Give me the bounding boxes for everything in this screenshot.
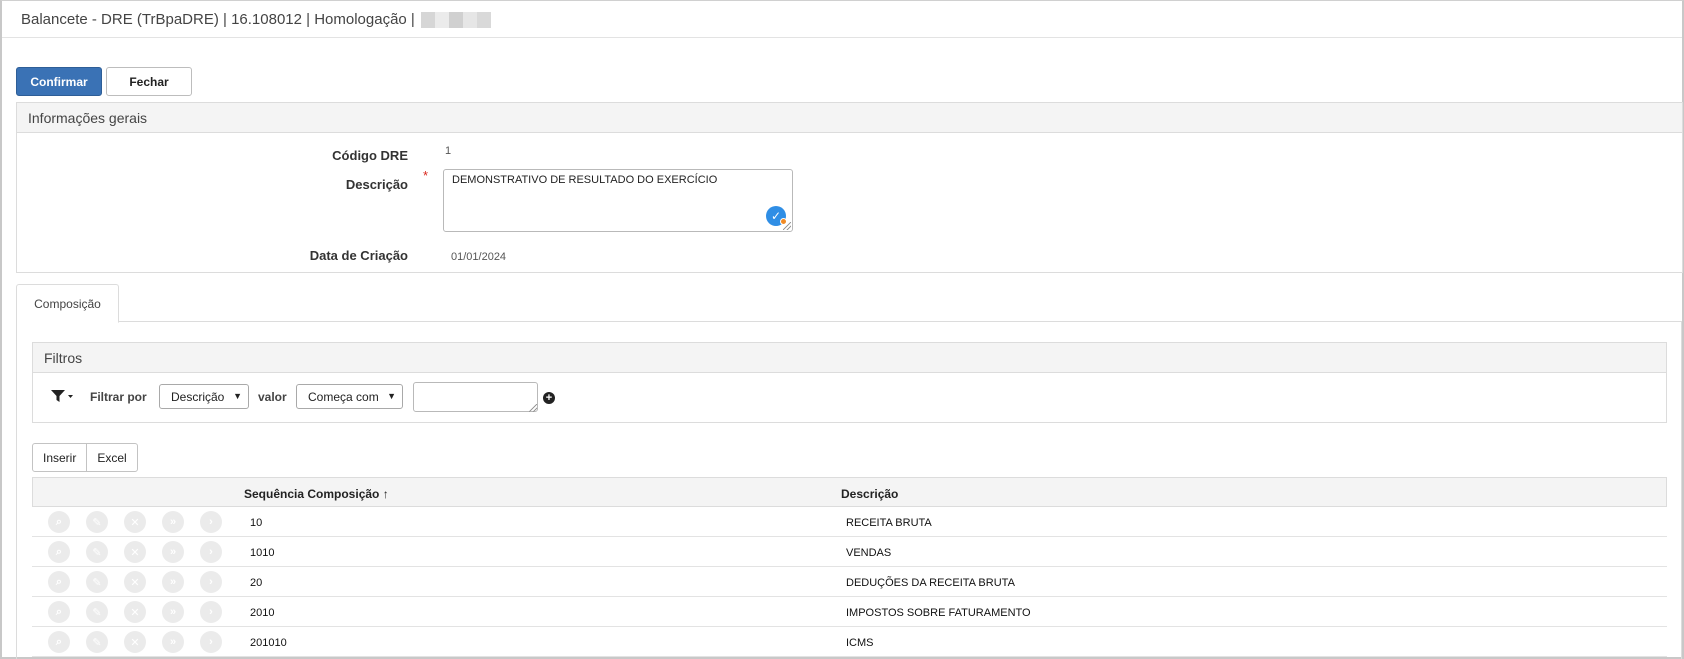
chevron-right-icon[interactable]: › (200, 631, 222, 653)
filters-title: Filtros (33, 343, 1666, 373)
cell-description: IMPOSTOS SOBRE FATURAMENTO (846, 607, 1031, 619)
close-button[interactable]: Fechar (106, 67, 192, 96)
resize-grip-icon[interactable] (529, 404, 537, 412)
excel-button[interactable]: Excel (86, 444, 136, 471)
filter-value-input[interactable] (413, 382, 538, 412)
table-row[interactable]: ⌕ ✎ ✕ » › 20 DEDUÇÕES DA RECEITA BRUTA (32, 567, 1667, 597)
filter-operator-select[interactable]: Começa com ▼ (296, 384, 403, 409)
insert-button[interactable]: Inserir (33, 444, 86, 471)
filter-funnel-icon[interactable] (50, 388, 76, 407)
cell-description: RECEITA BRUTA (846, 517, 932, 529)
sort-ascending-icon: ↑ (382, 487, 389, 501)
table-row[interactable]: ⌕ ✎ ✕ » › 10 RECEITA BRUTA (32, 507, 1667, 537)
column-header-sequence-label: Sequência Composição (244, 487, 380, 501)
edit-icon[interactable]: ✎ (86, 631, 108, 653)
window-title-bar: Balancete - DRE (TrBpaDRE) | 16.108012 |… (2, 2, 1682, 38)
edit-icon[interactable]: ✎ (86, 601, 108, 623)
edit-icon[interactable]: ✎ (86, 541, 108, 563)
filter-operator-selected: Começa com (308, 389, 379, 404)
forward-double-icon[interactable]: » (162, 541, 184, 563)
chevron-right-icon[interactable]: › (200, 571, 222, 593)
forward-double-icon[interactable]: » (162, 571, 184, 593)
search-icon[interactable]: ⌕ (48, 541, 70, 563)
filters-panel: Filtros (32, 342, 1667, 423)
cell-sequence: 20 (250, 577, 263, 589)
tab-bar: Composição (16, 284, 1682, 323)
redacted-user-name (420, 11, 491, 28)
filter-field-select[interactable]: Descrição ▼ (159, 384, 249, 409)
delete-icon[interactable]: ✕ (124, 571, 146, 593)
code-value: 1 (445, 145, 452, 157)
forward-double-icon[interactable]: » (162, 601, 184, 623)
chevron-down-icon: ▼ (233, 391, 242, 401)
chevron-down-icon: ▼ (387, 391, 396, 401)
delete-icon[interactable]: ✕ (124, 631, 146, 653)
general-info-title: Informações gerais (17, 103, 1682, 133)
search-icon[interactable]: ⌕ (48, 511, 70, 533)
cell-description: ICMS (846, 637, 874, 649)
add-filter-icon[interactable]: + (543, 392, 555, 404)
window-title: Balancete - DRE (TrBpaDRE) | 16.108012 |… (21, 11, 415, 28)
delete-icon[interactable]: ✕ (124, 601, 146, 623)
edit-icon[interactable]: ✎ (86, 511, 108, 533)
chevron-right-icon[interactable]: › (200, 601, 222, 623)
column-header-description[interactable]: Descrição (841, 487, 898, 501)
composition-grid: Sequência Composição ↑ Descrição ⌕ ✎ ✕ »… (32, 477, 1667, 657)
created-date-value: 01/01/2024 (451, 251, 507, 263)
description-textarea[interactable]: DEMONSTRATIVO DE RESULTADO DO EXERCÍCIO (443, 169, 793, 232)
cell-sequence: 1010 (250, 547, 275, 559)
value-label: valor (258, 390, 287, 404)
cell-description: DEDUÇÕES DA RECEITA BRUTA (846, 577, 1015, 589)
table-row[interactable]: ⌕ ✎ ✕ » › 201010 ICMS (32, 627, 1667, 657)
delete-icon[interactable]: ✕ (124, 541, 146, 563)
forward-double-icon[interactable]: » (162, 511, 184, 533)
filter-by-label: Filtrar por (90, 390, 147, 404)
filter-field-selected: Descrição (171, 389, 225, 404)
grid-header: Sequência Composição ↑ Descrição (32, 477, 1667, 507)
resize-grip-icon[interactable] (783, 222, 791, 230)
cell-sequence: 10 (250, 517, 263, 529)
required-indicator: * (423, 168, 429, 183)
grid-toolbar: Inserir Excel (32, 443, 138, 472)
search-icon[interactable]: ⌕ (48, 631, 70, 653)
description-label: Descrição (345, 177, 408, 192)
table-row[interactable]: ⌕ ✎ ✕ » › 1010 VENDAS (32, 537, 1667, 567)
cell-sequence: 201010 (250, 637, 287, 649)
cell-sequence: 2010 (250, 607, 275, 619)
search-icon[interactable]: ⌕ (48, 571, 70, 593)
forward-double-icon[interactable]: » (162, 631, 184, 653)
code-label: Código DRE (332, 148, 408, 163)
tab-composicao[interactable]: Composição (16, 284, 119, 323)
column-header-sequence[interactable]: Sequência Composição ↑ (244, 487, 389, 501)
edit-icon[interactable]: ✎ (86, 571, 108, 593)
table-row[interactable]: ⌕ ✎ ✕ » › 2010 IMPOSTOS SOBRE FATURAMENT… (32, 597, 1667, 627)
search-icon[interactable]: ⌕ (48, 601, 70, 623)
delete-icon[interactable]: ✕ (124, 511, 146, 533)
created-date-label: Data de Criação (309, 248, 408, 263)
chevron-right-icon[interactable]: › (200, 541, 222, 563)
confirm-button[interactable]: Confirmar (16, 67, 102, 96)
cell-description: VENDAS (846, 547, 892, 559)
chevron-right-icon[interactable]: › (200, 511, 222, 533)
